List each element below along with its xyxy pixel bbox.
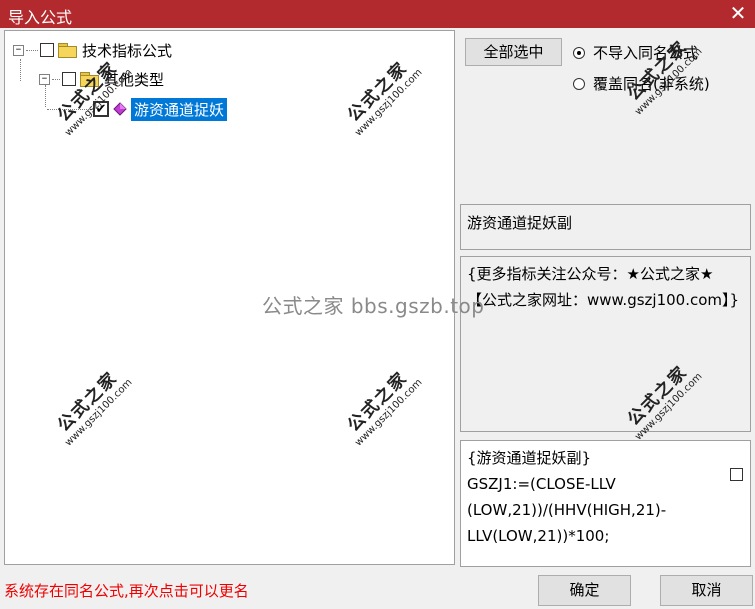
radio-overwrite[interactable]: 覆盖同名(非系统) <box>573 73 710 94</box>
tree-connector <box>47 108 91 110</box>
root-checkbox[interactable] <box>40 43 54 57</box>
radio-skip-label[interactable]: 不导入同名公式 <box>593 42 698 63</box>
watermark-stamp: 公式之家 www.gszj100.com <box>53 57 135 139</box>
radio-overwrite-indicator[interactable] <box>573 77 585 90</box>
window-title: 导入公式 <box>8 8 73 27</box>
tree-connector <box>26 49 38 51</box>
folder-icon <box>80 72 99 87</box>
code-view-checkbox[interactable] <box>730 468 743 481</box>
ok-button[interactable]: 确定 <box>538 575 631 606</box>
folder-icon <box>58 43 77 58</box>
tree-connector <box>52 78 60 80</box>
formula-description: {更多指标关注公众号：★公式之家★ 【公式之家网址：www.gszj100.co… <box>460 256 751 432</box>
tree-category-label[interactable]: 其他类型 <box>104 69 164 90</box>
tree-root-label[interactable]: 技术指标公式 <box>82 40 172 61</box>
formula-checkbox[interactable]: ✔ <box>93 101 109 117</box>
watermark-text: 公式之家 bbs.gszb.top <box>262 294 485 318</box>
radio-overwrite-label[interactable]: 覆盖同名(非系统) <box>593 73 710 94</box>
status-message: 系统存在同名公式,再次点击可以更名 <box>4 582 249 600</box>
tree-node-category[interactable]: − 其他类型 <box>39 68 164 90</box>
collapse-icon[interactable]: − <box>39 73 50 85</box>
category-checkbox[interactable] <box>62 72 76 86</box>
close-icon[interactable]: ✕ <box>727 2 749 24</box>
select-all-button[interactable]: 全部选中 <box>465 38 562 66</box>
formula-icon <box>113 102 127 116</box>
collapse-icon[interactable]: − <box>13 44 24 56</box>
cancel-button[interactable]: 取消 <box>660 575 753 606</box>
formula-code-view[interactable]: {游资通道捉妖副} GSZJ1:=(CLOSE-LLV (LOW,21))/(H… <box>460 440 751 567</box>
watermark-stamp: 公式之家 www.gszj100.com <box>53 367 135 449</box>
formula-name-field: 游资通道捉妖副 <box>460 204 751 250</box>
tree-guide-line <box>20 59 21 81</box>
title-bar: 导入公式 ✕ <box>0 0 755 28</box>
tree-node-formula[interactable]: ✔ 游资通道捉妖 <box>47 97 228 121</box>
tree-node-root[interactable]: − 技术指标公式 <box>13 39 172 61</box>
radio-skip-indicator[interactable] <box>573 46 585 59</box>
watermark-stamp: 公式之家 www.gszj100.com <box>343 367 425 449</box>
tree-formula-label[interactable]: 游资通道捉妖 <box>131 97 228 121</box>
watermark-stamp: 公式之家 www.gszj100.com <box>343 57 425 139</box>
radio-skip-duplicates[interactable]: 不导入同名公式 <box>573 42 698 63</box>
